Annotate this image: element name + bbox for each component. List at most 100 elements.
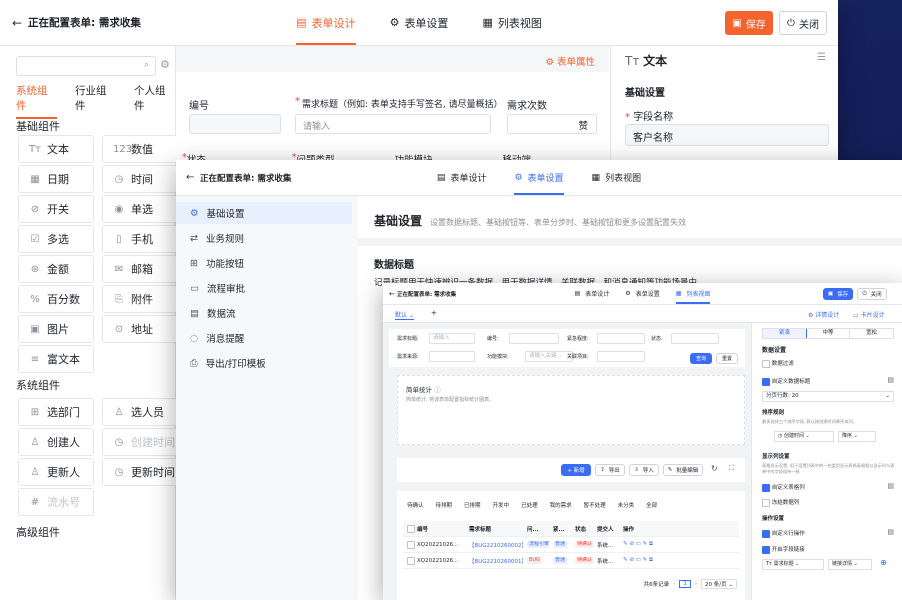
tab-personal-components[interactable]: 个人组件 [134, 83, 175, 119]
status-tab-5[interactable]: 我的需求 [550, 501, 572, 509]
density-medium[interactable]: 中等 [807, 329, 851, 338]
component-system-1-0[interactable]: ♙ 创建人 [18, 428, 94, 456]
page-number[interactable]: 1 [679, 580, 691, 588]
cell-title[interactable]: 【BUG2210260002】表单... [465, 541, 523, 549]
component-search-input[interactable]: ⌕ [16, 56, 156, 76]
column-header-1[interactable]: 需求标题 [465, 525, 523, 533]
settings-nav-item-0[interactable]: ⚙ 基础设置 [176, 202, 352, 224]
density-compact[interactable]: 紧凑 [763, 329, 807, 338]
status-tab-1[interactable]: 待排期 [436, 501, 453, 509]
component-basic-4-0[interactable]: ⊛ 金额 [18, 255, 94, 283]
add-button[interactable]: + 新增 [561, 464, 591, 476]
tab-form-design[interactable]: ▤ 表单设计 [437, 160, 487, 195]
query-button[interactable]: 查询 [690, 353, 712, 364]
tab-form-settings[interactable]: ⚙ 表单设置 [625, 283, 659, 304]
component-system-0-1[interactable]: ♙ 选人员 [102, 398, 178, 426]
config-icon[interactable]: ▤ [887, 528, 894, 536]
tab-list-view[interactable]: ▦ 列表视图 [675, 283, 710, 304]
settings-nav-item-2[interactable]: ⊞ 功能按钮 [176, 252, 352, 274]
view-icon[interactable]: ▭ [636, 557, 643, 563]
filter-input-2[interactable] [597, 333, 645, 344]
tab-form-design[interactable]: ▤ 表单设计 [575, 283, 610, 304]
column-header-5[interactable]: 提交人 [593, 525, 619, 533]
table-row[interactable]: XQ20221026... 【BUG2210260002】表单...流程引擎普通待… [403, 537, 739, 553]
settings-nav-item-3[interactable]: ▭ 流程审批 [176, 277, 352, 299]
per-page-select[interactable]: 20 条/页 ⌄ [701, 579, 737, 589]
status-tab-4[interactable]: 已处理 [521, 501, 538, 509]
freeze-option[interactable]: 冻结数据列 [762, 498, 799, 507]
collapse-icon[interactable]: ☰ [817, 52, 826, 63]
status-tab-7[interactable]: 未分类 [618, 501, 635, 509]
select-all-checkbox[interactable] [403, 524, 415, 533]
custom-op-option[interactable]: 自定义行操作 [762, 529, 805, 538]
save-button[interactable]: ▣ 保存 [823, 288, 853, 300]
component-basic-0-0[interactable]: Tт 文本 [18, 135, 94, 163]
tab-list-view[interactable]: ▦ 列表视图 [482, 0, 541, 45]
component-basic-0-1[interactable]: 123 数值 [102, 135, 178, 163]
component-basic-3-0[interactable]: ☑ 多选 [18, 225, 94, 253]
number-field[interactable] [189, 114, 281, 134]
component-basic-2-0[interactable]: ⊘ 开关 [18, 195, 94, 223]
checkbox[interactable] [762, 498, 770, 507]
page-rows-select[interactable]: 分页行数: 20 ⌄ [762, 391, 894, 402]
add-circle-icon[interactable]: ⊕ [880, 558, 887, 567]
filter-input-4[interactable] [429, 351, 475, 362]
gear-icon[interactable]: ⚙ [160, 58, 170, 71]
settings-nav-item-5[interactable]: ◌ 消息提醒 [176, 327, 352, 349]
tab-system-components[interactable]: 系统组件 [16, 83, 57, 119]
component-system-1-1[interactable]: ◷ 创建时间 [102, 428, 178, 456]
batch-edit-button[interactable]: ✎ 批量编辑 [663, 464, 703, 476]
filter-input-6[interactable] [597, 351, 645, 362]
filter-input-5[interactable]: 请输入关键... [525, 351, 573, 362]
component-basic-6-1[interactable]: ⊙ 地址 [102, 315, 178, 343]
refresh-icon[interactable]: ↻ [711, 464, 718, 473]
data-filter-option[interactable]: 数据过滤 [762, 359, 794, 368]
status-tab-8[interactable]: 全部 [646, 501, 657, 509]
config-icon[interactable]: ▤ [887, 482, 894, 490]
status-tab-2[interactable]: 已排期 [464, 501, 481, 509]
close-button[interactable]: ⏻ 关闭 [857, 288, 887, 300]
custom-cols-option[interactable]: 自定义表格列 [762, 483, 805, 492]
link-field-select[interactable]: Tт 需求标题 ⌄ [762, 559, 824, 570]
column-header-0[interactable]: 编号 [413, 525, 465, 533]
checkbox-checked[interactable] [762, 483, 770, 492]
filter-input-3[interactable] [671, 333, 719, 344]
tab-form-design[interactable]: ▤ 表单设计 [296, 0, 356, 45]
column-header-6[interactable]: 操作 [619, 525, 663, 533]
settings-nav-item-6[interactable]: ⎙ 导出/打印模板 [176, 352, 352, 374]
tab-form-settings[interactable]: ⚙ 表单设置 [514, 160, 564, 195]
sort-order-select[interactable]: 降序 ⌄ [838, 431, 876, 442]
custom-title-option[interactable]: 自定义数据标题 [762, 377, 810, 386]
component-basic-1-1[interactable]: ◷ 时间 [102, 165, 178, 193]
row-checkbox[interactable] [403, 556, 415, 565]
component-basic-5-1[interactable]: ⎘ 附件 [102, 285, 178, 313]
column-header-3[interactable]: 紧... [549, 525, 571, 533]
link-target-select[interactable]: 链接详情 ⌄ [828, 559, 872, 570]
fullscreen-icon[interactable]: ⛶ [729, 464, 734, 473]
component-system-0-0[interactable]: ⊞ 选部门 [18, 398, 94, 426]
detail-design-link[interactable]: ⚙ 详情设计 [808, 310, 839, 319]
settings-nav-item-4[interactable]: ▤ 数据流 [176, 302, 352, 324]
add-view-button[interactable]: + [431, 309, 437, 317]
column-header-2[interactable]: 问... [523, 525, 549, 533]
component-basic-1-0[interactable]: ▦ 日期 [18, 165, 94, 193]
sort-field-select[interactable]: ◷ 创建时间 ⌄ [774, 431, 834, 442]
view-default-tab[interactable]: 默认 ⌄ [395, 310, 414, 320]
column-header-4[interactable]: 状态 [571, 525, 593, 533]
field-name-input[interactable]: 客户名称 [625, 124, 829, 146]
component-basic-6-0[interactable]: ▣ 图片 [18, 315, 94, 343]
component-system-2-0[interactable]: ♙ 更新人 [18, 458, 94, 486]
import-button[interactable]: ⇩ 导入 [629, 464, 659, 476]
settings-nav-item-1[interactable]: ⇄ 业务规则 [176, 227, 352, 249]
filter-input-0[interactable]: 请输入 [429, 333, 475, 344]
component-basic-2-1[interactable]: ◉ 单选 [102, 195, 178, 223]
component-basic-5-0[interactable]: % 百分数 [18, 285, 94, 313]
close-button[interactable]: ⏻ 关闭 [779, 11, 827, 35]
tab-industry-components[interactable]: 行业组件 [75, 83, 116, 119]
row-checkbox[interactable] [403, 540, 415, 549]
checkbox-checked[interactable] [762, 545, 770, 554]
density-loose[interactable]: 宽松 [850, 329, 893, 338]
prev-page-icon[interactable]: ‹ [673, 581, 675, 587]
component-basic-4-1[interactable]: ✉ 邮箱 [102, 255, 178, 283]
component-basic-7-0[interactable]: ≡ 富文本 [18, 345, 94, 373]
